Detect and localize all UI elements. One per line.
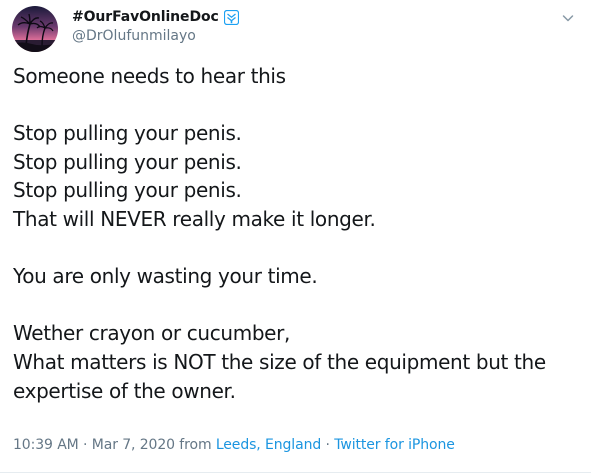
meta-separator: · [83, 437, 88, 453]
chevron-down-icon[interactable] [561, 10, 575, 24]
tweet-header: #OurFavOnlineDoc @DrOlufunmilayo [72, 8, 239, 45]
source-link[interactable]: Twitter for iPhone [334, 437, 455, 453]
tweet-time[interactable]: 10:39 AM [13, 437, 79, 453]
location-link[interactable]: Leeds, England [216, 437, 321, 453]
medical-badge-icon [223, 9, 239, 25]
tweet-text: Someone needs to hear this Stop pulling … [13, 64, 546, 403]
avatar[interactable] [12, 6, 58, 52]
tweet-card: #OurFavOnlineDoc @DrOlufunmilayo Someone… [0, 0, 591, 473]
tweet-meta: 10:39 AM · Mar 7, 2020 from Leeds, Engla… [13, 437, 455, 453]
display-name-row: #OurFavOnlineDoc [72, 8, 239, 26]
tweet-date[interactable]: Mar 7, 2020 [92, 437, 175, 453]
display-name[interactable]: #OurFavOnlineDoc [72, 8, 219, 26]
user-handle[interactable]: @DrOlufunmilayo [72, 27, 239, 45]
meta-separator-2: · [325, 437, 330, 453]
from-label: from [179, 437, 212, 453]
palm-tree-sunset-icon [12, 6, 58, 52]
